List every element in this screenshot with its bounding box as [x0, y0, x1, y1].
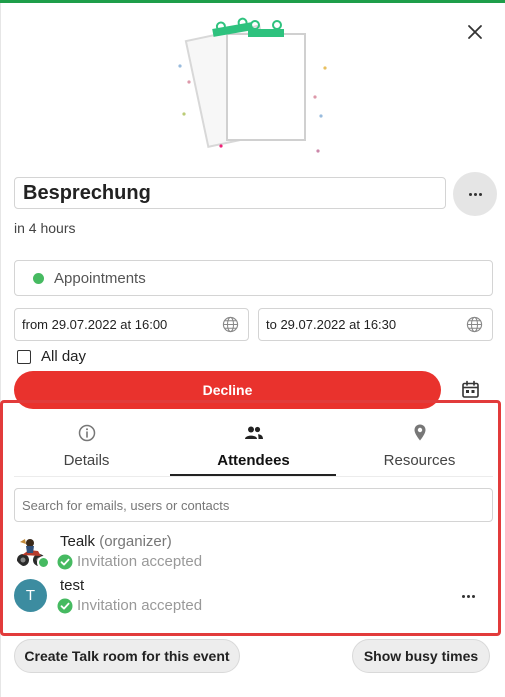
- attendee-name: Tealk (organizer): [60, 533, 172, 550]
- avatar[interactable]: [14, 535, 50, 569]
- all-day-label: All day: [41, 348, 87, 365]
- attendee-role: (organizer): [99, 533, 172, 550]
- tab-attendees[interactable]: Attendees: [170, 420, 337, 475]
- attendee-display-name: Tealk: [60, 533, 96, 550]
- attendee-status: Invitation accepted: [57, 553, 202, 570]
- show-busy-times-button[interactable]: Show busy times: [352, 639, 490, 673]
- attendee-more-button[interactable]: [458, 591, 479, 602]
- online-status-dot: [37, 556, 50, 569]
- tab-label: Resources: [383, 452, 456, 469]
- location-pin-icon: [414, 424, 425, 441]
- end-datetime-text: to 29.07.2022 at 16:30: [266, 317, 397, 332]
- attendee-display-name: test: [60, 577, 85, 594]
- all-day-checkbox[interactable]: [17, 349, 31, 364]
- calendar-color-dot: [33, 272, 44, 284]
- calendar-icon[interactable]: [461, 380, 480, 399]
- attendee-status: Invitation accepted: [57, 597, 202, 614]
- globe-icon[interactable]: [466, 316, 483, 333]
- empty-content-illustration: [178, 17, 327, 153]
- more-horizontal-icon: [468, 192, 482, 196]
- start-datetime-text: from 29.07.2022 at 16:00: [22, 317, 168, 332]
- close-icon[interactable]: [462, 19, 488, 45]
- people-icon: [244, 426, 263, 439]
- event-title-input[interactable]: Besprechung: [14, 177, 446, 209]
- avatar[interactable]: T: [14, 579, 47, 612]
- attendee-name: test: [60, 577, 84, 594]
- top-accent-bar: [0, 0, 505, 3]
- start-datetime-field[interactable]: from 29.07.2022 at 16:00: [14, 308, 249, 341]
- more-horizontal-icon: [462, 595, 475, 598]
- avatar-initial: T: [14, 579, 47, 612]
- attendee-search-input[interactable]: Search for emails, users or contacts: [14, 488, 493, 522]
- calendar-name: Appointments: [54, 269, 146, 287]
- attendee-row: Tealk (organizer) Invitation accepted: [14, 533, 493, 573]
- search-placeholder: Search for emails, users or contacts: [22, 497, 230, 513]
- attendee-status-text: Invitation accepted: [77, 597, 203, 614]
- tab-label: Details: [63, 452, 110, 469]
- attendee-status-text: Invitation accepted: [77, 553, 203, 570]
- tab-details[interactable]: Details: [3, 420, 170, 475]
- tab-resources[interactable]: Resources: [336, 420, 503, 475]
- relative-time: in 4 hours: [14, 220, 76, 236]
- check-circle-icon: [57, 554, 73, 569]
- create-talk-room-button[interactable]: Create Talk room for this event: [14, 639, 240, 673]
- end-datetime-field[interactable]: to 29.07.2022 at 16:30: [258, 308, 493, 341]
- event-more-button[interactable]: [453, 172, 497, 216]
- info-icon: [78, 424, 95, 442]
- all-day-toggle[interactable]: All day: [17, 348, 86, 365]
- check-circle-icon: [57, 598, 73, 613]
- tabs-divider: [14, 476, 493, 477]
- calendar-picker[interactable]: Appointments: [14, 260, 493, 296]
- globe-icon[interactable]: [222, 316, 239, 333]
- tab-label: Attendees: [217, 452, 290, 469]
- attendee-row: T test Invitation accepted: [14, 577, 493, 617]
